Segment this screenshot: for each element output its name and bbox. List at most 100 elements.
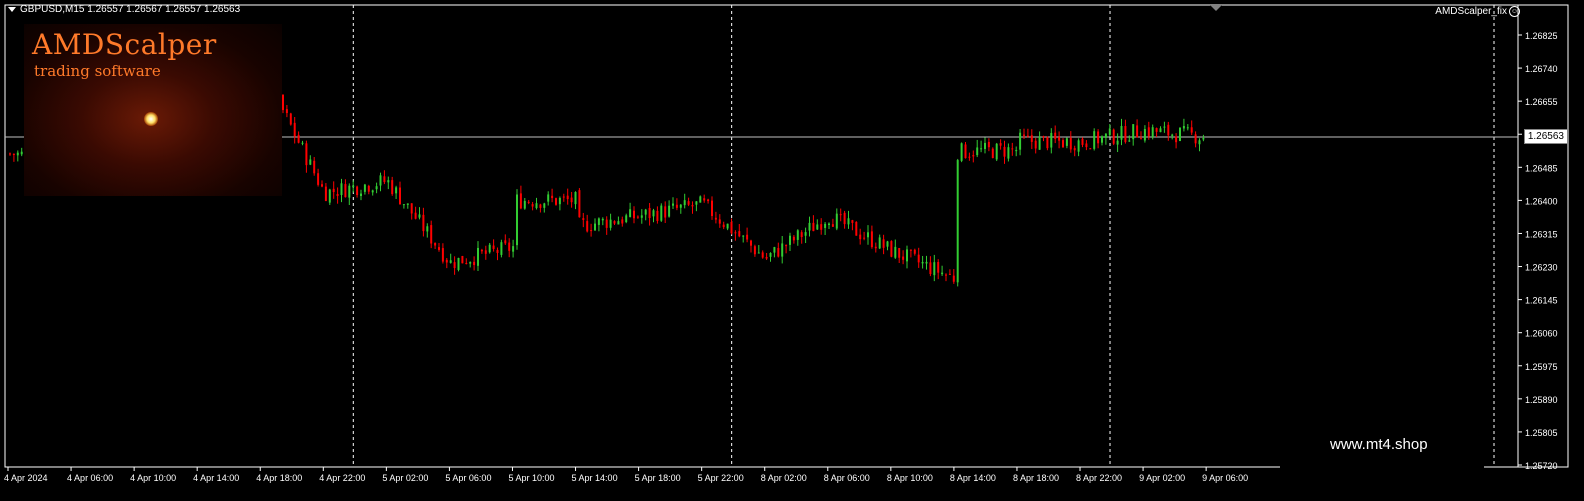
candle-bull	[808, 222, 811, 231]
candle-bear	[282, 94, 284, 111]
candle-bull	[699, 196, 702, 203]
candle-bull	[956, 160, 959, 283]
candle-bull	[340, 183, 343, 195]
x-tick-label: 8 Apr 14:00	[950, 473, 996, 483]
candle-bull	[695, 201, 698, 205]
candle-bull	[609, 219, 612, 228]
candle-bear	[1190, 127, 1193, 133]
candle-bear	[800, 232, 803, 237]
candle-bear	[285, 109, 288, 114]
candle-bear	[718, 219, 721, 224]
candle-bull	[660, 205, 663, 221]
candle-bull	[644, 209, 647, 215]
candle-bull	[1104, 133, 1107, 138]
candle-bear	[851, 220, 854, 223]
candle-bull	[878, 237, 881, 249]
candle-bear	[441, 248, 444, 262]
candle-bear	[367, 185, 370, 192]
candle-bull	[574, 191, 577, 205]
candle-bull	[781, 243, 784, 257]
candle-bull	[16, 152, 19, 156]
candle-bull	[352, 185, 355, 188]
candle-bear	[422, 214, 425, 232]
candle-bull	[477, 247, 479, 266]
candle-bull	[418, 214, 421, 218]
candle-bear	[734, 232, 737, 234]
candle-bull	[625, 215, 628, 223]
candle-bear	[1026, 135, 1029, 137]
candle-bear	[987, 141, 990, 148]
x-tick-label: 4 Apr 06:00	[67, 473, 113, 483]
candle-bull	[1202, 138, 1205, 140]
smiley-icon: ☺	[1509, 6, 1520, 17]
candle-bull	[906, 249, 908, 262]
candle-bear	[1147, 127, 1150, 137]
candle-bear	[293, 122, 296, 137]
y-tick-label: 1.25805	[1525, 428, 1558, 438]
candle-bear	[391, 180, 394, 195]
candle-bear	[465, 263, 468, 265]
x-tick-label: 5 Apr 10:00	[508, 473, 554, 483]
candle-bear	[1136, 125, 1139, 138]
x-tick-label: 4 Apr 22:00	[319, 473, 365, 483]
candle-bull	[1007, 147, 1010, 159]
candle-bear	[551, 195, 554, 199]
candle-bull	[804, 232, 807, 236]
candle-bear	[1069, 137, 1072, 150]
candle-bear	[313, 160, 316, 174]
candle-bear	[746, 234, 749, 240]
candle-bear	[399, 187, 401, 205]
x-tick-label: 4 Apr 10:00	[130, 473, 176, 483]
candle-bear	[414, 212, 417, 219]
amdscalper-logo: AMDScalper trading software	[24, 24, 282, 196]
candle-bear	[1167, 124, 1170, 136]
candle-bull	[328, 189, 331, 203]
candle-bear	[1112, 129, 1115, 144]
candle-bear	[929, 262, 932, 275]
candle-bull	[1179, 127, 1181, 142]
candle-bull	[1128, 140, 1131, 142]
candle-bear	[714, 217, 717, 220]
candle-bear	[1030, 135, 1033, 142]
candle-bull	[1186, 127, 1189, 129]
candle-bull	[558, 197, 561, 205]
candle-bull	[629, 209, 632, 217]
candle-bear	[430, 225, 433, 244]
candle-bull	[1077, 140, 1080, 152]
candle-bear	[656, 210, 659, 221]
candle-bear	[621, 219, 624, 224]
indicator-label[interactable]: AMDScalper_fix ☺	[1435, 6, 1520, 17]
candle-bull	[535, 203, 538, 209]
candle-bull	[894, 246, 897, 258]
candle-bull	[816, 224, 819, 230]
symbol-info-bar[interactable]: GBPUSD,M15 1.26557 1.26567 1.26557 1.265…	[8, 4, 240, 15]
candle-bull	[925, 261, 928, 264]
dropdown-triangle-icon[interactable]	[8, 6, 16, 12]
candle-bear	[636, 216, 639, 218]
candle-bull	[1015, 150, 1018, 152]
candle-bull	[601, 218, 604, 221]
logo-title: AMDScalper	[32, 28, 217, 61]
x-tick-label: 8 Apr 06:00	[824, 473, 870, 483]
logo-star-icon	[144, 112, 158, 126]
chart-window[interactable]: 1.268251.267401.266551.265701.264851.264…	[0, 0, 1584, 496]
candle-bear	[691, 205, 694, 207]
candle-bull	[976, 147, 979, 156]
candle-bull	[796, 230, 799, 240]
y-tick-label: 1.26400	[1525, 196, 1558, 206]
candle-bear	[1073, 148, 1076, 151]
candle-bear	[9, 153, 11, 155]
candle-bear	[336, 193, 339, 196]
candle-bear	[305, 143, 308, 166]
y-tick-label: 1.26740	[1525, 64, 1558, 74]
candle-bull	[395, 187, 398, 194]
candle-bear	[909, 249, 912, 251]
current-price-tag: 1.26563	[1523, 129, 1568, 144]
candle-bear	[664, 206, 667, 218]
candle-bear	[945, 274, 947, 276]
candle-bull	[1065, 138, 1068, 146]
candle-bear	[492, 245, 495, 249]
candle-bull	[1198, 140, 1201, 145]
candle-bear	[633, 210, 635, 219]
candle-bull	[1116, 140, 1119, 145]
